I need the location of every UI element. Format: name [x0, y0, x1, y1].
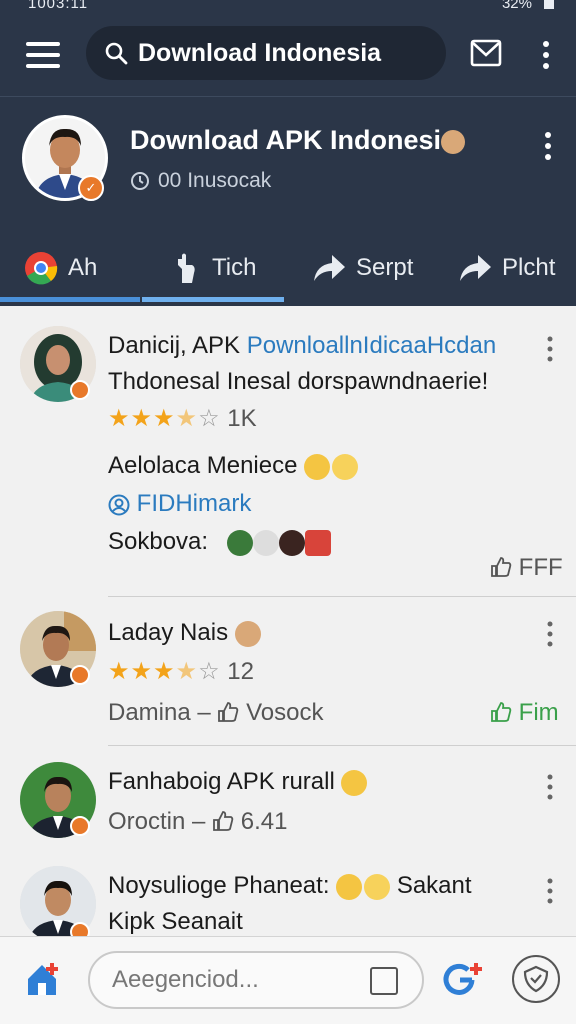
more-vert-icon[interactable] — [538, 40, 554, 70]
mail-icon[interactable] — [470, 38, 502, 68]
reactions: Sokbova: — [108, 528, 331, 556]
hand-icon — [178, 253, 195, 283]
emoji-icon — [336, 873, 363, 900]
list-item[interactable]: Fanhaboig APK rurall Oroctin – 6.41 — [0, 746, 576, 860]
rating: ★★★★☆ 1K — [108, 405, 257, 432]
list-item[interactable]: Danicij, APK PownloallnIdicaaHcdan Thdon… — [0, 306, 576, 596]
page-subtitle: 00 Inusocak — [130, 169, 271, 193]
search-icon — [105, 42, 128, 65]
compose-input[interactable]: Aeegenciod... — [88, 951, 424, 1009]
emoji-icon — [304, 529, 331, 556]
verified-badge-icon: ✓ — [78, 175, 104, 201]
menu-icon[interactable] — [26, 42, 60, 68]
tab-tich[interactable]: Tich — [172, 233, 256, 303]
list-item[interactable]: Laday Nais ★★★★☆ 12 Damina – Vosock Fim — [0, 597, 576, 745]
status-time: 1003:11 — [28, 0, 89, 12]
page-title: Download APK Indonesi — [130, 125, 466, 156]
post-author[interactable]: Noysulioge Phaneat: Sakant — [108, 872, 472, 900]
emoji-icon — [234, 620, 261, 647]
thumbs-up-icon — [218, 702, 239, 722]
emoji-icon — [332, 453, 359, 480]
more-vert-icon[interactable] — [544, 878, 556, 904]
google-plus-icon[interactable] — [442, 959, 486, 999]
emoji-icon — [226, 529, 253, 556]
tab-indicator-active — [142, 297, 284, 302]
tab-serpt[interactable]: Serpt — [312, 233, 413, 303]
emoji-icon — [441, 129, 466, 154]
emoji-icon — [304, 453, 331, 480]
battery-icon — [544, 0, 554, 9]
feed: Danicij, APK PownloallnIdicaaHcdan Thdon… — [0, 306, 576, 936]
emoji-icon — [341, 769, 368, 796]
more-vert-icon[interactable] — [544, 336, 556, 362]
post-author[interactable]: Danicij, APK PownloallnIdicaaHcdan — [108, 332, 496, 360]
star-rating: ★★★★☆ — [108, 658, 221, 685]
more-vert-icon[interactable] — [544, 774, 556, 800]
post-meta: Oroctin – 6.41 — [108, 808, 288, 835]
bottom-bar: Aeegenciod... — [0, 936, 576, 1024]
clock-icon — [131, 172, 149, 190]
emoji-icon — [278, 529, 305, 556]
tab-indicator — [0, 297, 140, 302]
post-subtitle: Aelolaca Meniece — [108, 452, 359, 480]
post-text: Thdonesal Inesal dorspawndnaerie! — [108, 368, 489, 395]
forward-icon — [460, 255, 491, 281]
tab-plcht[interactable]: Plcht — [458, 233, 555, 303]
top-app-bar: Download Indonesia — [0, 18, 576, 96]
post-tag[interactable]: FIDHimark — [108, 490, 251, 518]
home-icon[interactable] — [24, 959, 64, 999]
list-item[interactable]: Noysulioge Phaneat: Sakant Kipk Seanait — [0, 860, 576, 936]
emoji-icon — [252, 529, 279, 556]
like-button[interactable]: 6.41 — [212, 808, 287, 835]
share-icon — [314, 255, 345, 281]
post-subtitle: Kipk Seanait — [108, 908, 243, 935]
rating: ★★★★☆ 12 — [108, 658, 254, 685]
like-button[interactable]: Vosock — [217, 699, 323, 726]
status-bar: 1003:11 32% — [0, 0, 576, 18]
attach-icon[interactable] — [370, 967, 398, 995]
shield-icon[interactable] — [512, 955, 560, 1003]
emoji-icon — [364, 873, 391, 900]
badge-icon — [70, 922, 90, 936]
tab-bar: Ah Tich Serpt Plcht — [0, 233, 576, 307]
battery-percent: 32% — [501, 0, 532, 12]
badge-icon — [70, 380, 90, 400]
star-rating: ★★★★☆ — [108, 405, 221, 432]
thumbs-up-icon — [491, 557, 512, 577]
thumbs-up-icon — [213, 811, 234, 831]
chrome-icon — [25, 252, 58, 285]
badge-icon — [70, 816, 90, 836]
post-author[interactable]: Laday Nais — [108, 619, 261, 647]
search-query: Download Indonesia — [138, 38, 382, 67]
more-vert-icon[interactable] — [544, 621, 556, 647]
search-bar[interactable]: Download Indonesia — [86, 26, 446, 80]
page-header: ✓ Download APK Indonesi 00 Inusocak Ah T… — [0, 96, 576, 306]
like-button[interactable]: FFF — [490, 554, 563, 582]
more-vert-icon[interactable] — [540, 131, 556, 161]
user-circle-icon — [108, 494, 130, 516]
action-button[interactable]: Fim — [490, 699, 559, 727]
tab-ah[interactable]: Ah — [24, 233, 97, 303]
post-author[interactable]: Fanhaboig APK rurall — [108, 768, 368, 796]
post-link[interactable]: PownloallnIdicaaHcdan — [247, 332, 497, 359]
thumbs-up-icon — [491, 702, 512, 722]
post-meta: Damina – Vosock — [108, 699, 324, 726]
badge-icon — [70, 665, 90, 685]
